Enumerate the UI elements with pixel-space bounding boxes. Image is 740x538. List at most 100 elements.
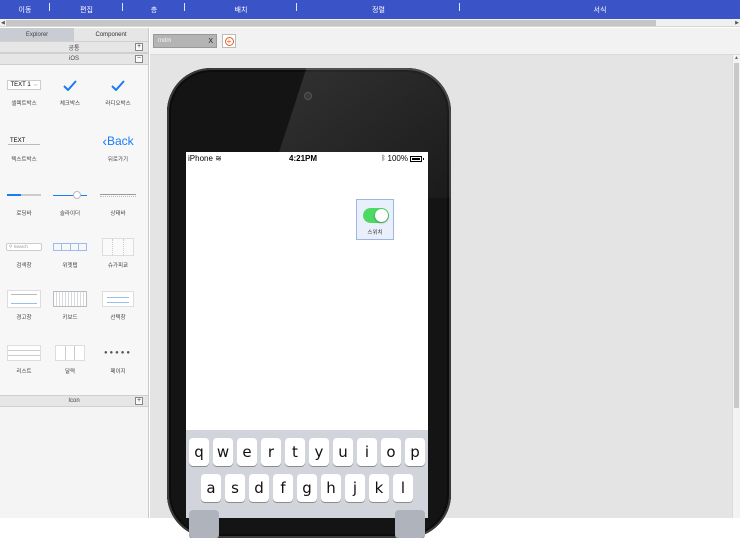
checkmark-icon: [48, 75, 92, 95]
scroll-up-icon[interactable]: ▲: [734, 55, 739, 61]
component-calendar[interactable]: 달력: [48, 343, 92, 383]
key-u[interactable]: u: [333, 438, 353, 466]
status-battery: ᛒ 100%: [381, 154, 424, 163]
keyboard-row-1: q w e r t y u i o p: [186, 438, 428, 466]
tab-component[interactable]: Component: [74, 28, 148, 41]
component-checkbox[interactable]: 체크박스: [48, 75, 92, 115]
menu-item-arrange[interactable]: 배치: [185, 0, 297, 19]
section-ios-header[interactable]: iOS −: [0, 53, 148, 65]
ios-component-grid: TEXT 1 ⌵ 셀렉트박스 체크박스 라디오박스 TEXT 텍스트박스 ‹ B…: [0, 65, 148, 395]
status-carrier: iPhone ≋: [188, 154, 222, 163]
add-circle-icon: +: [224, 36, 234, 46]
add-page-button[interactable]: +: [222, 34, 236, 48]
menu-item-edit[interactable]: 편집: [50, 0, 123, 19]
slider-icon: [48, 185, 92, 205]
textbox-sample-text: TEXT: [8, 138, 40, 145]
component-label: 상태바: [110, 211, 126, 217]
key-l[interactable]: l: [393, 474, 413, 502]
component-actionsheet[interactable]: 선택창: [96, 289, 140, 329]
component-label: 달력: [64, 369, 76, 375]
key-j[interactable]: j: [345, 474, 365, 502]
component-selectbox[interactable]: TEXT 1 ⌵ 셀렉트박스: [2, 75, 46, 115]
document-tab[interactable]: mdm X: [153, 34, 217, 48]
keyboard-icon: [48, 289, 92, 309]
bluetooth-icon: ᛒ: [381, 155, 386, 162]
menu-item-format[interactable]: 서식: [460, 0, 740, 19]
list-icon: [2, 343, 46, 363]
key-w[interactable]: w: [213, 438, 233, 466]
key-s[interactable]: s: [225, 474, 245, 502]
toggle-knob: [375, 209, 388, 222]
page-dots-icon: ●●●●●: [103, 350, 133, 356]
component-statusbar[interactable]: 상태바: [96, 185, 140, 225]
component-back[interactable]: ‹ Back 뒤로가기: [96, 131, 140, 171]
component-label: 경고창: [16, 315, 32, 321]
vertical-scroll-thumb[interactable]: [734, 63, 739, 408]
switch-label: 스위치: [367, 230, 383, 236]
section-common-label: 공통: [68, 45, 80, 52]
menu-item-layer[interactable]: 층: [123, 0, 185, 19]
key-d[interactable]: d: [249, 474, 269, 502]
component-alert[interactable]: 경고창: [2, 289, 46, 329]
component-label: 슬라이더: [59, 211, 81, 217]
component-slider[interactable]: 슬라이더: [48, 185, 92, 225]
delete-key[interactable]: [395, 510, 425, 538]
progress-bar-icon: [2, 185, 46, 205]
component-searchbar[interactable]: ⚲ Search 검색창: [2, 237, 46, 277]
scroll-right-icon[interactable]: ▶: [735, 19, 739, 27]
component-list[interactable]: 리스트: [2, 343, 46, 383]
expand-icon[interactable]: +: [135, 397, 143, 405]
component-label: 키보드: [62, 315, 78, 321]
main-menu-bar: 이동 편집 층 배치 정렬 서식: [0, 0, 740, 19]
section-icon-header[interactable]: Icon +: [0, 395, 148, 407]
back-icon: ‹ Back: [102, 133, 134, 149]
key-i[interactable]: i: [357, 438, 377, 466]
switch-component[interactable]: 스위치: [356, 199, 394, 240]
key-a[interactable]: a: [201, 474, 221, 502]
key-y[interactable]: y: [309, 438, 329, 466]
tab-explorer[interactable]: Explorer: [0, 28, 74, 41]
keyboard-row-2: a s d f g h j k l: [186, 474, 428, 502]
close-icon[interactable]: X: [208, 38, 216, 45]
key-p[interactable]: p: [405, 438, 425, 466]
ios-keyboard: q w e r t y u i o p a s d f g h j k l: [186, 430, 428, 538]
phone-screen[interactable]: iPhone ≋ 4:21PM ᛒ 100% 스위치 q w e r t y u…: [186, 152, 428, 538]
menu-item-move[interactable]: 이동: [0, 0, 50, 19]
alert-icon: [2, 289, 46, 309]
toggle-switch[interactable]: [363, 208, 389, 223]
key-k[interactable]: k: [369, 474, 389, 502]
panel-tabs: Explorer Component: [0, 28, 148, 41]
key-h[interactable]: h: [321, 474, 341, 502]
component-label: 검색창: [16, 263, 32, 269]
menu-item-align[interactable]: 정렬: [297, 0, 460, 19]
key-t[interactable]: t: [285, 438, 305, 466]
key-r[interactable]: r: [261, 438, 281, 466]
battery-percent: 100%: [387, 154, 408, 163]
component-segmented[interactable]: 위젯탭: [48, 237, 92, 277]
key-q[interactable]: q: [189, 438, 209, 466]
component-pagecontrol[interactable]: ●●●●● 페이지: [96, 343, 140, 383]
calendar-icon: [48, 343, 92, 363]
key-o[interactable]: o: [381, 438, 401, 466]
component-progressbar[interactable]: 로딩바: [2, 185, 46, 225]
key-g[interactable]: g: [297, 474, 317, 502]
horizontal-scrollbar[interactable]: ◀ ▶: [0, 19, 740, 27]
component-picker[interactable]: 슈가피쿄: [96, 237, 140, 277]
key-e[interactable]: e: [237, 438, 257, 466]
horizontal-scroll-thumb[interactable]: [6, 20, 656, 26]
section-common-header[interactable]: 공통 +: [0, 41, 148, 53]
collapse-icon[interactable]: −: [135, 55, 143, 63]
scroll-left-icon[interactable]: ◀: [1, 19, 5, 27]
component-textbox[interactable]: TEXT 텍스트박스: [2, 131, 46, 171]
expand-icon[interactable]: +: [135, 43, 143, 51]
component-label: 셀렉트박스: [11, 101, 37, 107]
shift-key[interactable]: [189, 510, 219, 538]
wifi-icon: ≋: [215, 154, 222, 163]
component-keyboard[interactable]: 키보드: [48, 289, 92, 329]
vertical-scrollbar[interactable]: ▲: [732, 55, 740, 518]
camera-icon: [304, 92, 312, 100]
key-f[interactable]: f: [273, 474, 293, 502]
component-label: 위젯탭: [62, 263, 78, 269]
component-radiobox[interactable]: 라디오박스: [96, 75, 140, 115]
keyboard-row-3: [186, 510, 428, 538]
